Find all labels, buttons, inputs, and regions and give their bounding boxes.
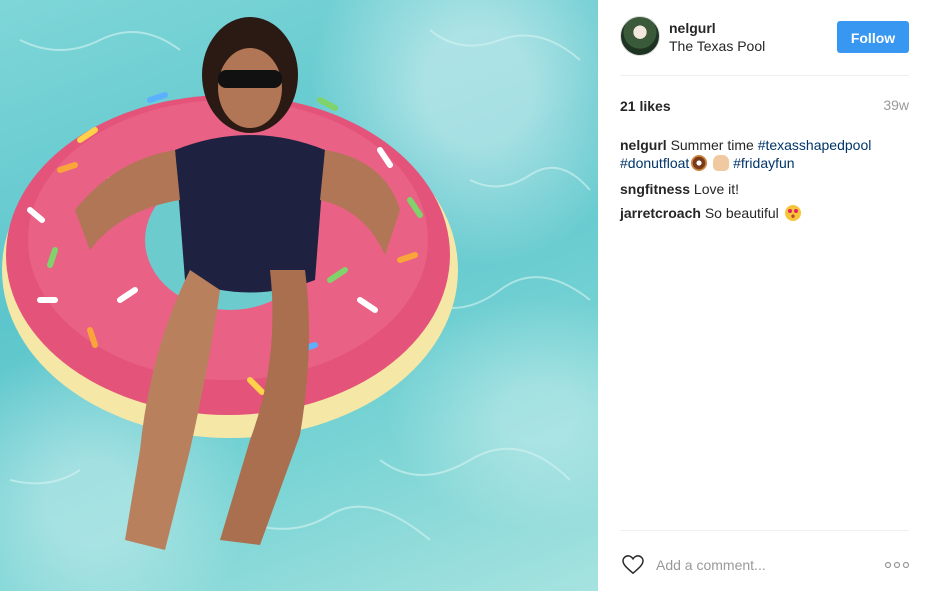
comment-item: jarretcroach So beautiful [620, 204, 900, 222]
caption-username[interactable]: nelgurl [620, 137, 667, 153]
more-options-icon[interactable] [884, 561, 910, 569]
heart-eyes-emoji-icon [784, 205, 801, 221]
hashtag-link[interactable]: #texasshapedpool [758, 137, 872, 153]
avatar[interactable] [620, 16, 660, 56]
hashtag-link[interactable]: #fridayfun [733, 155, 794, 171]
comment-text: So beautiful [704, 205, 779, 221]
post-sidebar: nelgurl The Texas Pool Follow 21 likes 3… [598, 0, 928, 591]
composer-divider [620, 530, 909, 531]
comment-username[interactable]: sngfitness [620, 181, 690, 197]
header-divider [620, 75, 909, 76]
post-username[interactable]: nelgurl [669, 20, 716, 36]
hand-emoji-icon [713, 155, 730, 171]
post-photo[interactable] [0, 0, 598, 591]
post-age[interactable]: 39w [883, 97, 909, 113]
comment-username[interactable]: jarretcroach [620, 205, 701, 221]
follow-button[interactable]: Follow [837, 21, 909, 53]
comment-item: sngfitness Love it! [620, 180, 900, 198]
hashtag-link[interactable]: #donutfloat [620, 155, 689, 171]
caption-text: Summer time [670, 137, 754, 153]
post-location[interactable]: The Texas Pool [669, 38, 765, 54]
heart-icon[interactable] [622, 555, 644, 575]
likes-count[interactable]: 21 likes [620, 98, 671, 114]
post-photo-illustration [2, 17, 591, 550]
donut-emoji-icon [691, 155, 708, 171]
comment-text: Love it! [693, 181, 740, 197]
comment-input[interactable] [656, 556, 876, 574]
caption: nelgurl Summer time #texasshapedpool #do… [620, 136, 900, 172]
